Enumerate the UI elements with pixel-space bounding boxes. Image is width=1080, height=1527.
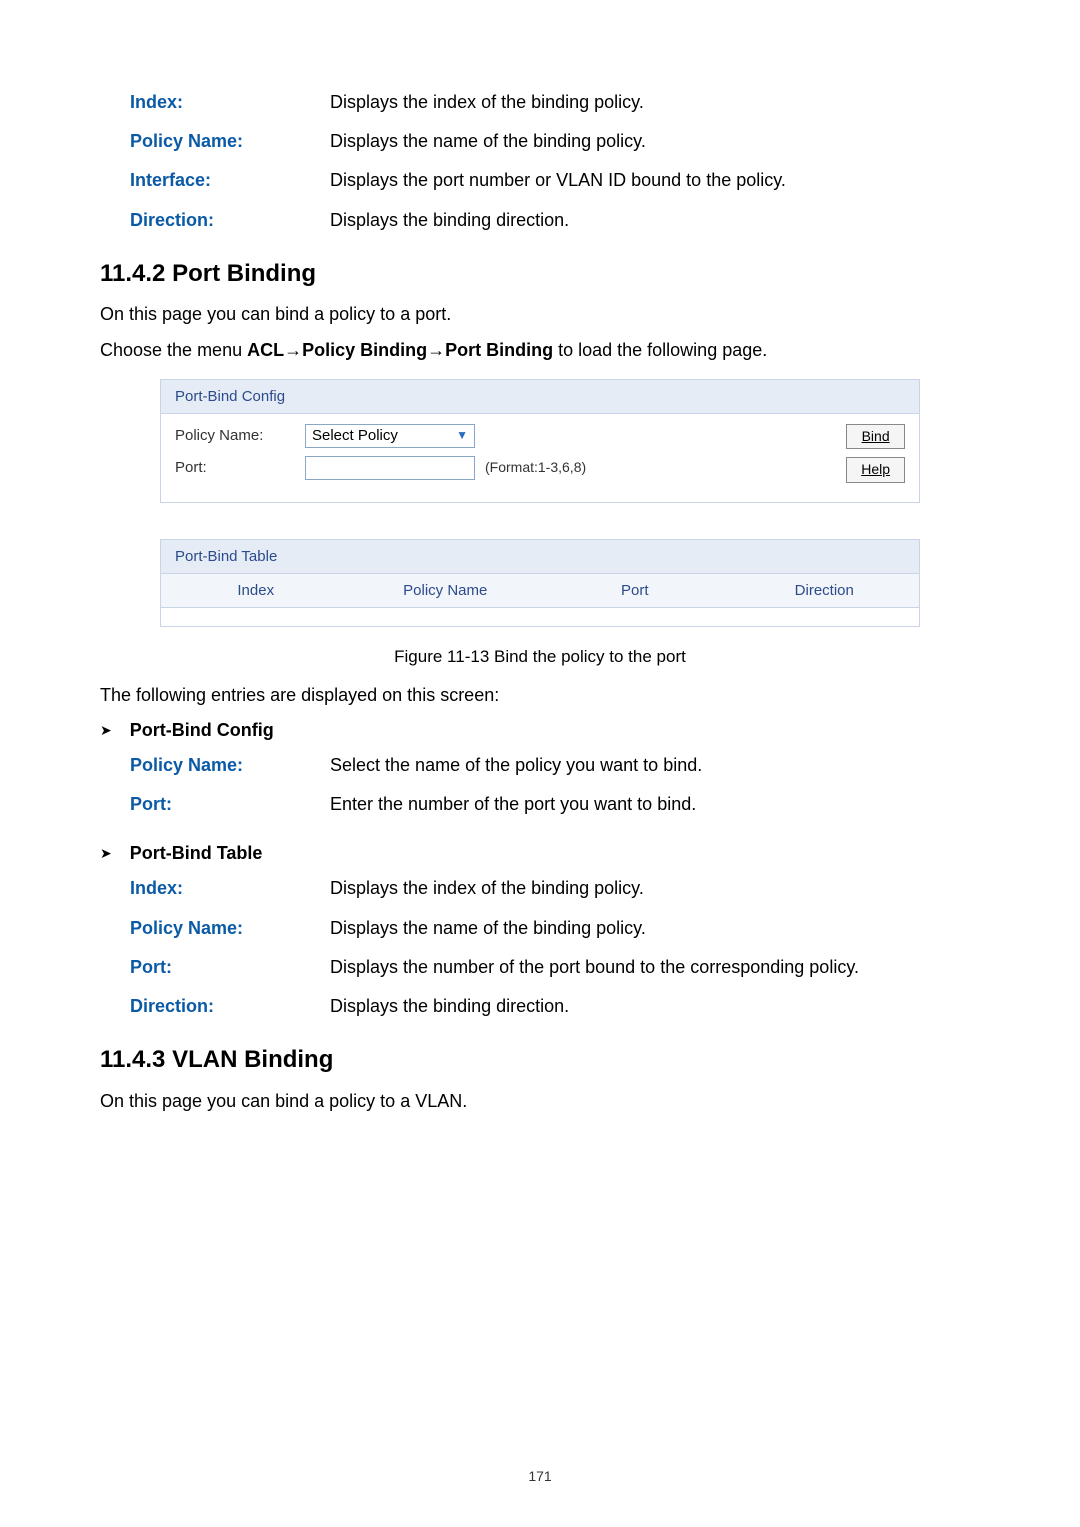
def-term-direction: Direction: (130, 994, 330, 1019)
menu-prefix: Choose the menu (100, 340, 247, 360)
def-term-policy-name: Policy Name: (130, 753, 330, 778)
chevron-right-icon: ➤ (100, 844, 112, 864)
col-index: Index (161, 574, 351, 607)
bullet-config-text: Port-Bind Config (130, 718, 274, 743)
arrow1: → (284, 340, 302, 360)
chevron-right-icon: ➤ (100, 721, 112, 741)
def-row: Index: Displays the index of the binding… (130, 876, 980, 901)
config-row-port: Port: (Format:1-3,6,8) (175, 456, 846, 480)
port-bind-table-panel: Port-Bind Table Index Policy Name Port D… (160, 539, 920, 627)
config-buttons: Bind Help (846, 424, 905, 488)
port-format-hint: (Format:1-3,6,8) (485, 458, 586, 478)
help-button[interactable]: Help (846, 457, 905, 483)
def-row: Policy Name: Select the name of the poli… (130, 753, 980, 778)
def-term-port: Port: (130, 792, 330, 817)
def-term-policy-name: Policy Name: (130, 916, 330, 941)
def-row: Direction: Displays the binding directio… (130, 208, 980, 233)
def-row: Policy Name: Displays the name of the bi… (130, 129, 980, 154)
port-input[interactable] (305, 456, 475, 480)
def-desc-policy-name: Select the name of the policy you want t… (330, 753, 980, 778)
port-bind-config-header: Port-Bind Config (160, 379, 920, 414)
table-header-row: Index Policy Name Port Direction (161, 574, 919, 608)
port-bind-config-body: Policy Name: Select Policy ▼ Port: (Form… (160, 414, 920, 503)
port-bind-table-body: Index Policy Name Port Direction (160, 574, 920, 627)
bullet-table-text: Port-Bind Table (130, 841, 263, 866)
def-row: Interface: Displays the port number or V… (130, 168, 980, 193)
port-bind-config-panel: Port-Bind Config Policy Name: Select Pol… (160, 379, 920, 503)
figure-caption: Figure 11-13 Bind the policy to the port (100, 645, 980, 669)
bullet-port-bind-config: ➤ Port-Bind Config (100, 718, 980, 743)
def-row: Direction: Displays the binding directio… (130, 994, 980, 1019)
def-desc-port: Enter the number of the port you want to… (330, 792, 980, 817)
def-desc-index: Displays the index of the binding policy… (330, 90, 980, 115)
def-term-port: Port: (130, 955, 330, 980)
def-row: Index: Displays the index of the binding… (130, 90, 980, 115)
def-desc-policy-name: Displays the name of the binding policy. (330, 129, 980, 154)
menu-path-11-4-2: Choose the menu ACL→Policy Binding→Port … (100, 338, 980, 363)
def-term-index: Index: (130, 90, 330, 115)
col-direction: Direction (730, 574, 920, 607)
def-desc-port: Displays the number of the port bound to… (330, 955, 980, 980)
arrow2: → (427, 340, 445, 360)
def-term-interface: Interface: (130, 168, 330, 193)
col-policy-name: Policy Name (351, 574, 541, 607)
def-desc-interface: Displays the port number or VLAN ID boun… (330, 168, 980, 193)
menu-acl: ACL (247, 340, 284, 360)
def-desc-index: Displays the index of the binding policy… (330, 876, 980, 901)
def-term-index: Index: (130, 876, 330, 901)
port-label: Port: (175, 457, 295, 478)
bind-button[interactable]: Bind (846, 424, 905, 450)
def-desc-direction: Displays the binding direction. (330, 208, 980, 233)
policy-select[interactable]: Select Policy ▼ (305, 424, 475, 448)
menu-policy-binding: Policy Binding (302, 340, 427, 360)
menu-suffix: to load the following page. (553, 340, 767, 360)
menu-port-binding: Port Binding (445, 340, 553, 360)
col-port: Port (540, 574, 730, 607)
bullet-port-bind-table: ➤ Port-Bind Table (100, 841, 980, 866)
port-bind-table-header: Port-Bind Table (160, 539, 920, 574)
chevron-down-icon: ▼ (456, 427, 468, 444)
def-row: Port: Displays the number of the port bo… (130, 955, 980, 980)
def-desc-direction: Displays the binding direction. (330, 994, 980, 1019)
def-row: Policy Name: Displays the name of the bi… (130, 916, 980, 941)
intro-11-4-2: On this page you can bind a policy to a … (100, 302, 980, 327)
top-definition-list: Index: Displays the index of the binding… (100, 90, 980, 233)
policy-select-value: Select Policy (312, 425, 398, 446)
page-number: 171 (0, 1467, 1080, 1487)
entries-intro: The following entries are displayed on t… (100, 683, 980, 708)
heading-11-4-3: 11.4.3 VLAN Binding (100, 1043, 980, 1077)
def-term-policy-name: Policy Name: (130, 129, 330, 154)
table-def-list: Index: Displays the index of the binding… (100, 876, 980, 1019)
def-row: Port: Enter the number of the port you w… (130, 792, 980, 817)
config-row-policy: Policy Name: Select Policy ▼ (175, 424, 846, 448)
def-term-direction: Direction: (130, 208, 330, 233)
def-desc-policy-name: Displays the name of the binding policy. (330, 916, 980, 941)
intro-11-4-3: On this page you can bind a policy to a … (100, 1089, 980, 1114)
config-def-list: Policy Name: Select the name of the poli… (100, 753, 980, 817)
policy-name-label: Policy Name: (175, 425, 295, 446)
heading-11-4-2: 11.4.2 Port Binding (100, 257, 980, 291)
